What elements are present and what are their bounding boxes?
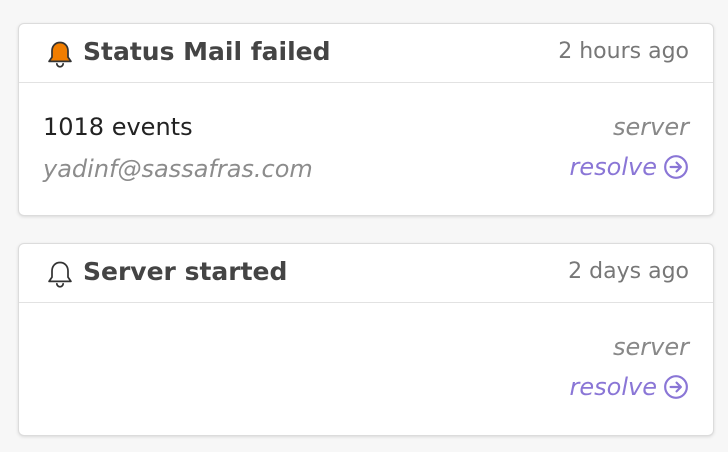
notification-header: Server started 2 days ago — [19, 244, 713, 303]
bell-outline-icon — [48, 261, 72, 288]
notification-source: server — [613, 333, 689, 361]
resolve-label: resolve — [569, 373, 657, 401]
resolve-label: resolve — [569, 153, 657, 181]
contact-email: yadinf@sassafras.com — [43, 155, 313, 183]
resolve-link[interactable]: resolve — [570, 153, 689, 181]
arrow-right-circle-icon — [664, 155, 688, 179]
resolve-link[interactable]: resolve — [570, 373, 689, 401]
notification-title: Status Mail failed — [83, 37, 331, 66]
notification-card: Status Mail failed 2 hours ago 1018 even… — [18, 23, 714, 216]
event-count: 1018 events — [43, 113, 193, 141]
notification-source: server — [613, 113, 689, 141]
notification-title: Server started — [83, 257, 288, 286]
notification-card: Server started 2 days ago server resolve — [18, 243, 714, 436]
arrow-right-circle-icon — [664, 375, 688, 399]
notification-header: Status Mail failed 2 hours ago — [19, 24, 713, 83]
notification-time: 2 hours ago — [558, 39, 689, 64]
notification-body: server resolve — [19, 303, 713, 435]
bell-filled-icon — [48, 41, 72, 68]
notification-time: 2 days ago — [568, 259, 689, 284]
notification-body: 1018 events yadinf@sassafras.com server … — [19, 83, 713, 215]
